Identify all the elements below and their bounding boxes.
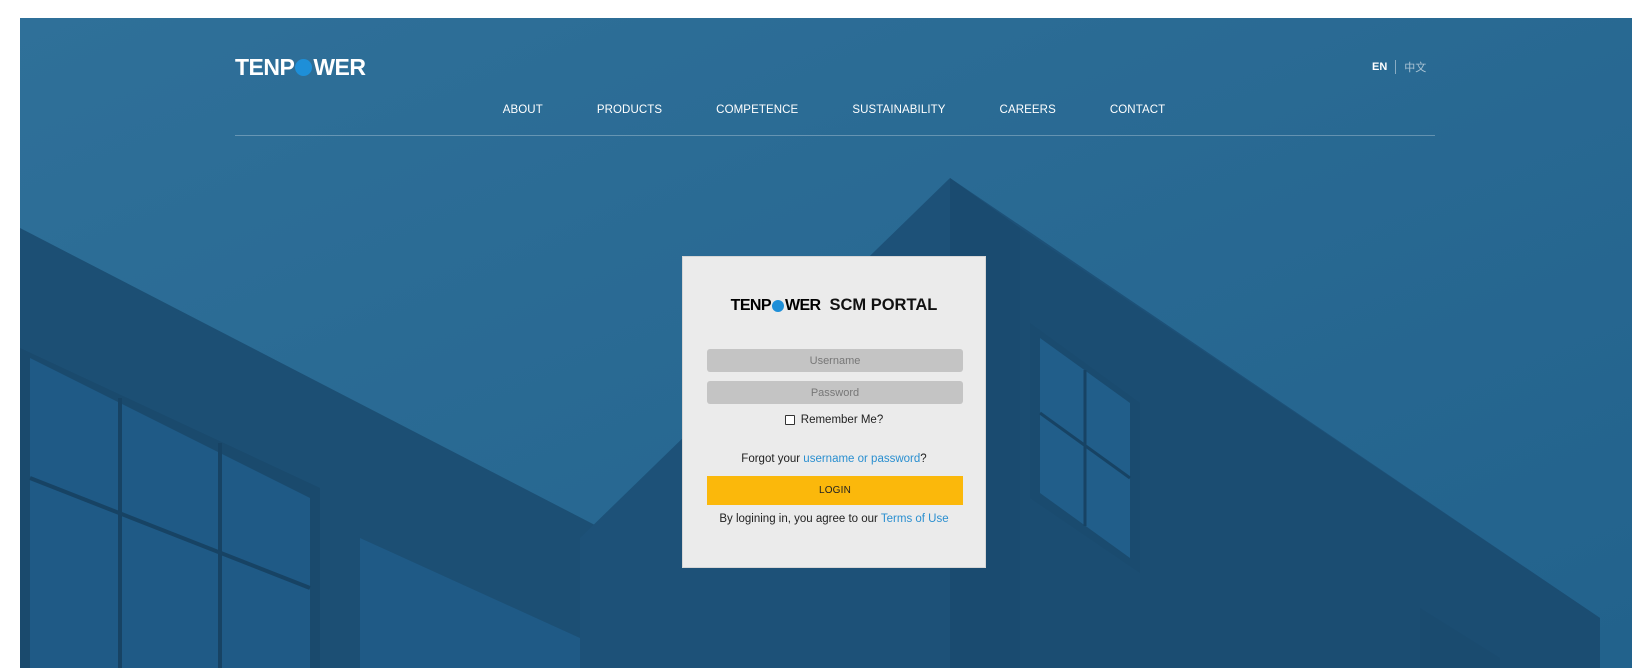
terms-prefix: By logining in, you agree to our [719, 513, 881, 525]
hero-background: TENP WER EN 中文 ABOUT PRODUCTS COMPETENCE… [20, 18, 1632, 668]
portal-title: SCM PORTAL [829, 296, 938, 314]
remember-me-checkbox[interactable] [784, 415, 795, 425]
brand-text-left: TENP [730, 297, 772, 314]
forgot-credentials-link[interactable]: username or password [803, 453, 920, 465]
nav-products[interactable]: PRODUCTS [597, 104, 662, 116]
tenpower-logo[interactable]: TENP WER [235, 54, 366, 81]
nav-contact[interactable]: CONTACT [1110, 104, 1165, 116]
logo-text-left: TENP [235, 54, 295, 80]
nav-about[interactable]: ABOUT [503, 104, 543, 116]
nav-sustainability[interactable]: SUSTAINABILITY [852, 104, 945, 116]
nav-careers[interactable]: CAREERS [1000, 104, 1056, 116]
brand-dot-icon [771, 300, 784, 312]
forgot-suffix: ? [920, 453, 927, 465]
main-navigation: ABOUT PRODUCTS COMPETENCE SUSTAINABILITY… [20, 104, 1632, 116]
username-input[interactable] [707, 349, 963, 372]
forgot-credentials-text: Forgot your username or password? [683, 453, 985, 465]
portal-brand-logo: TENP WER [731, 297, 821, 315]
password-input[interactable] [707, 381, 963, 404]
remember-me-row: Remember Me? [683, 414, 985, 426]
terms-text: By logining in, you agree to our Terms o… [683, 513, 985, 525]
logo-text-right: WER [313, 54, 366, 80]
terms-of-use-link[interactable]: Terms of Use [881, 513, 949, 525]
remember-me-label[interactable]: Remember Me? [801, 414, 883, 426]
login-card: TENP WER SCM PORTAL Remember Me? Forgot … [682, 256, 986, 568]
language-switcher: EN 中文 [1372, 59, 1426, 75]
lang-en-link[interactable]: EN [1372, 61, 1387, 73]
logo-dot-icon [295, 59, 313, 76]
nav-divider [235, 135, 1435, 136]
lang-divider [1395, 60, 1397, 74]
login-card-title: TENP WER SCM PORTAL [683, 296, 985, 315]
nav-competence[interactable]: COMPETENCE [716, 104, 798, 116]
brand-text-right: WER [784, 297, 821, 314]
login-button[interactable]: LOGIN [707, 476, 963, 505]
forgot-prefix: Forgot your [741, 453, 804, 465]
lang-zh-link[interactable]: 中文 [1404, 59, 1426, 75]
